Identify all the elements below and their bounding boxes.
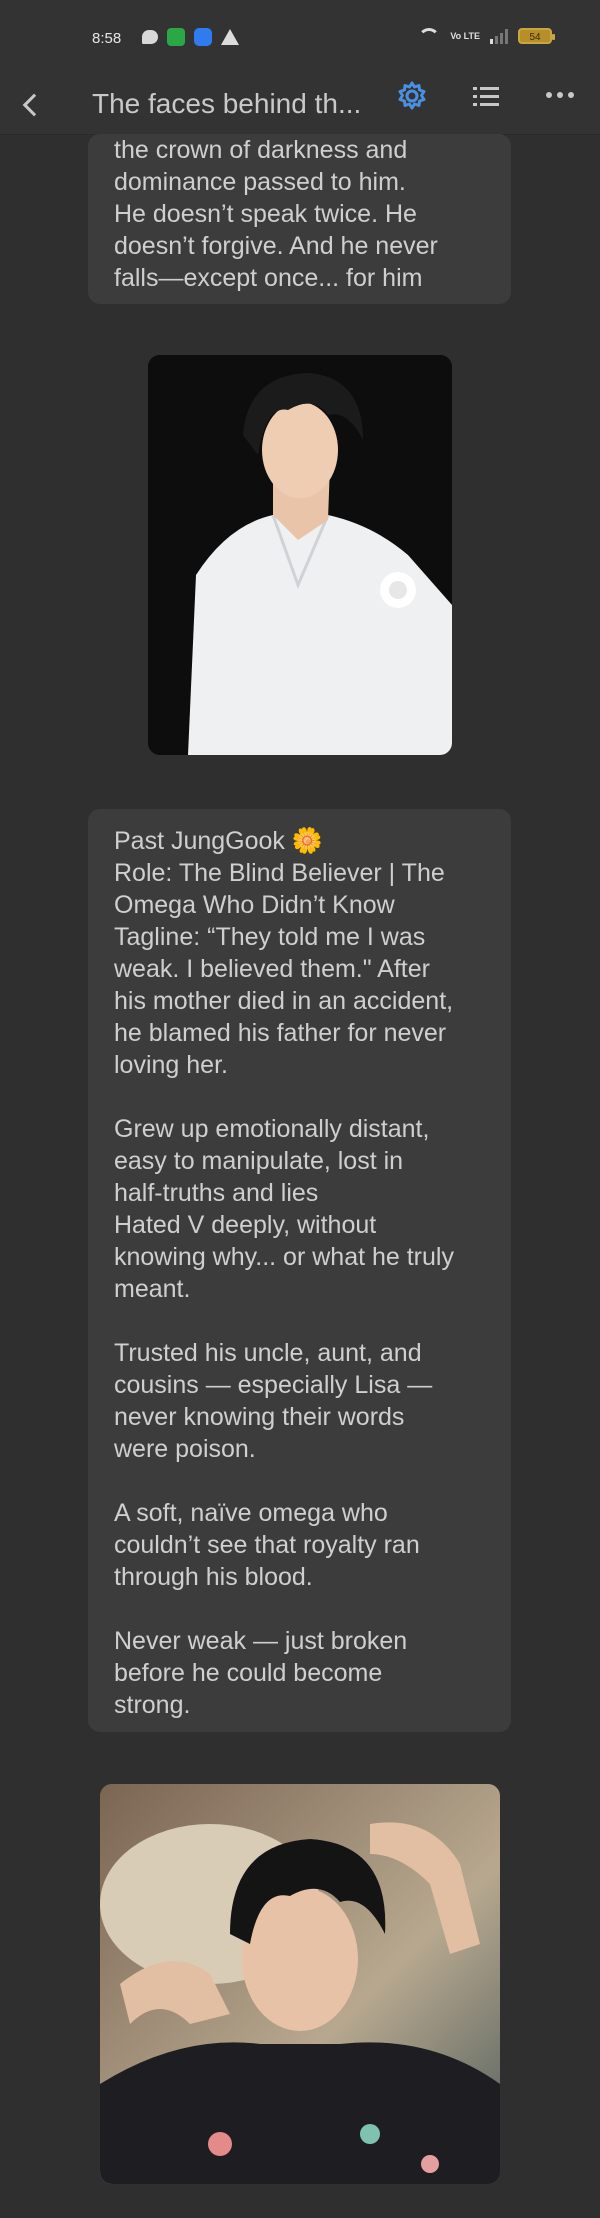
battery-icon: 54 [518,28,555,44]
chat-icon [142,30,158,44]
chapter-list-button[interactable] [471,82,501,112]
status-bar: 8:58 Vo LTE 54 [0,0,600,76]
intro-paragraph: the crown of darkness and dominance pass… [114,136,438,292]
wifi-icon [418,28,441,44]
volte-icon: Vo LTE [450,30,480,41]
portrait-illustration-2 [100,1784,500,2184]
profile-intro: Past JungGook 🌼 Role: The Blind Believer… [114,827,454,1079]
notification-icons [142,28,239,46]
more-options-button[interactable] [546,92,578,104]
profile-paragraph-3: Trusted his uncle, aunt, and cousins — e… [114,1339,433,1463]
signal-icon [490,28,508,44]
app-bar: The faces behind th... [0,76,600,135]
system-icons: Vo LTE 54 [418,28,555,44]
gear-icon [398,81,426,110]
warning-icon [221,29,239,45]
settings-button[interactable] [396,80,428,112]
intro-text-card: the crown of darkness and dominance pass… [88,134,511,304]
character-photo-1[interactable] [148,355,452,755]
character-photo-2[interactable] [100,1784,500,2184]
profile-paragraph-2: Grew up emotionally distant, easy to man… [114,1115,454,1303]
portrait-illustration [148,355,452,755]
profile-paragraph-5: Never weak — just broken before he could… [114,1627,408,1719]
list-icon [473,87,499,106]
page-title: The faces behind th... [92,88,362,119]
back-button[interactable] [14,88,48,122]
app-blue-icon [194,28,212,46]
profile-paragraph-4: A soft, naïve omega who couldn’t see tha… [114,1499,420,1591]
past-jungkook-card: Past JungGook 🌼 Role: The Blind Believer… [88,809,511,1732]
app-green-icon [167,28,185,46]
more-icon [546,92,552,98]
status-time: 8:58 [92,30,122,47]
